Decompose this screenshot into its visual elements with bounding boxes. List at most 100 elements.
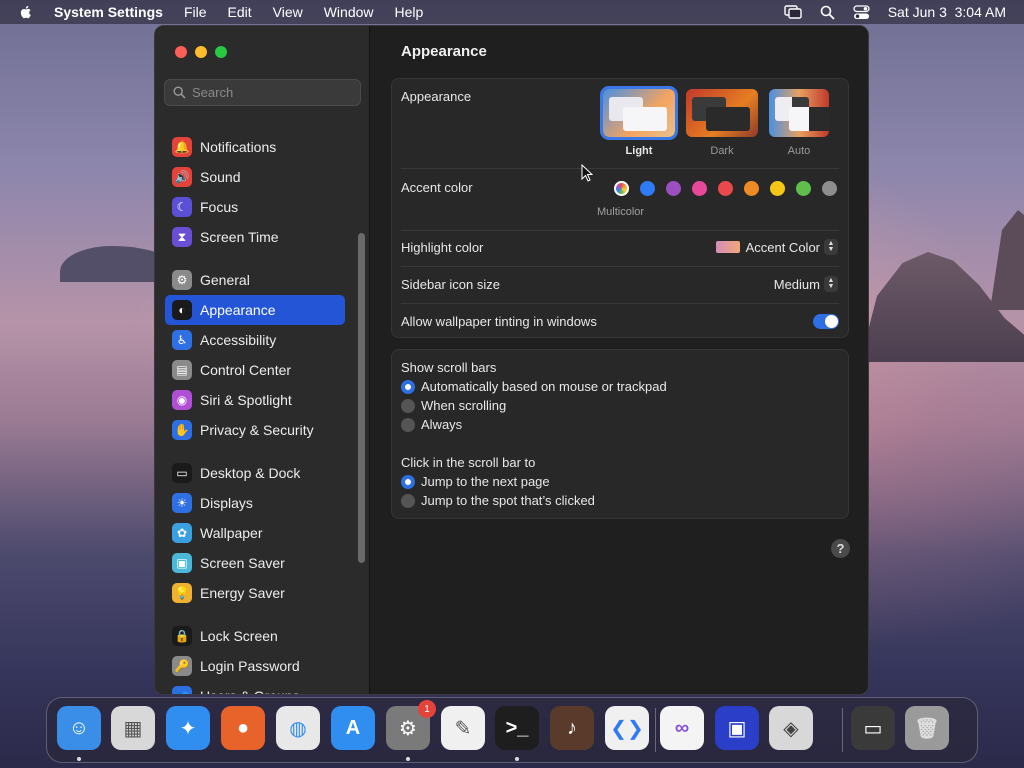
radio-jump-to-spot[interactable]: Jump to the spot that’s clicked — [401, 493, 595, 508]
speaker-icon: 🔊 — [172, 167, 192, 187]
appearance-panel: Appearance Light Dark Auto Accent color … — [391, 78, 849, 338]
radio-button[interactable] — [401, 398, 415, 413]
chrome-icon[interactable]: ◍ — [276, 706, 320, 750]
flower-icon: ✿ — [172, 523, 192, 543]
radio-label: Always — [421, 417, 463, 432]
control-center-icon[interactable] — [853, 4, 870, 20]
screenshot-folder-icon[interactable]: ▭ — [851, 706, 895, 750]
minimize-button[interactable] — [195, 46, 207, 58]
textedit-icon[interactable]: ✎ — [441, 706, 485, 750]
accent-swatch-1[interactable] — [640, 181, 655, 196]
boot-camp-icon[interactable]: ◈ — [769, 706, 813, 750]
sidebar-item-sound[interactable]: 🔊 Sound — [165, 162, 345, 192]
finder-icon[interactable]: ☺ — [57, 706, 101, 750]
hourglass-icon: ⧗ — [172, 227, 192, 247]
sidebar-item-label: Notifications — [200, 139, 277, 155]
accent-selected-label: Multicolor — [597, 206, 645, 218]
system-settings-icon[interactable]: ⚙ 1 — [386, 700, 436, 750]
simulator-icon[interactable]: ▣ — [715, 706, 759, 750]
accent-swatch-8[interactable] — [822, 181, 837, 196]
theme-option-light[interactable]: Light — [600, 86, 678, 157]
sidebar-item-label: Lock Screen — [200, 628, 278, 644]
wallpaper-tinting-toggle[interactable] — [813, 314, 839, 329]
vscode-glyph: ❮❯ — [610, 717, 644, 740]
menu-clock[interactable]: Sat Jun 3 3:04 AM — [888, 4, 1006, 20]
menu-view[interactable]: View — [273, 4, 303, 20]
accent-swatch-3[interactable] — [692, 181, 707, 196]
radio-scroll-always[interactable]: Always — [401, 417, 462, 432]
sidebar-item-energy-saver[interactable]: 💡 Energy Saver — [165, 578, 345, 608]
sidebar-item-displays[interactable]: ☀ Displays — [165, 488, 345, 518]
dark-theme-thumbnail — [686, 89, 758, 137]
running-indicator — [77, 757, 81, 761]
accent-swatch-6[interactable] — [770, 181, 785, 196]
radio-button[interactable] — [401, 417, 415, 432]
radio-button[interactable] — [401, 379, 415, 394]
radio-button[interactable] — [401, 474, 415, 489]
trash-icon[interactable]: 🗑 — [905, 706, 949, 750]
theme-option-auto[interactable]: Auto — [769, 89, 829, 157]
visual-studio-icon[interactable]: ∞ — [660, 706, 704, 750]
sidebar-search-field[interactable]: Search — [164, 79, 361, 106]
safari-icon[interactable]: ✦ — [166, 706, 210, 750]
close-button[interactable] — [175, 46, 187, 58]
radio-scroll-when-scrolling[interactable]: When scrolling — [401, 398, 506, 413]
help-button[interactable]: ? — [831, 539, 850, 558]
menu-edit[interactable]: Edit — [228, 4, 252, 20]
sidebar-item-general[interactable]: ⚙ General — [165, 265, 345, 295]
radio-button[interactable] — [401, 493, 415, 508]
highlight-color-popup[interactable]: Accent Color ▲ ▼ — [715, 239, 838, 255]
sidebar-scrollbar[interactable] — [358, 233, 365, 563]
sidebar-item-desktop-dock[interactable]: ▭ Desktop & Dock — [165, 458, 345, 488]
sidebar-item-appearance[interactable]: ◐ Appearance — [165, 295, 345, 325]
menu-app-name[interactable]: System Settings — [54, 4, 163, 20]
sidebar-item-screen-saver[interactable]: ▣ Screen Saver — [165, 548, 345, 578]
window-controls — [175, 46, 227, 58]
menu-help[interactable]: Help — [395, 4, 424, 20]
vscode-icon[interactable]: ❮❯ — [605, 706, 649, 750]
sidebar-icon-size-popup[interactable]: Medium ▲ ▼ — [774, 276, 838, 292]
sidebar-item-users-groups[interactable]: 👥 Users & Groups — [165, 681, 345, 694]
radio-scroll-automatic[interactable]: Automatically based on mouse or trackpad — [401, 379, 667, 394]
sidebar-item-label: Wallpaper — [200, 525, 263, 541]
garageband-icon[interactable]: ♪ — [550, 706, 594, 750]
radio-jump-next-page[interactable]: Jump to the next page — [401, 474, 550, 489]
chevron-updown-icon: ▲ ▼ — [824, 239, 838, 255]
sidebar-item-notifications[interactable]: 🔔 Notifications — [165, 132, 345, 162]
search-icon — [173, 86, 186, 99]
menu-file[interactable]: File — [184, 4, 207, 20]
sidebar-item-wallpaper[interactable]: ✿ Wallpaper — [165, 518, 345, 548]
dock-separator — [842, 708, 843, 752]
theme-option-dark[interactable]: Dark — [686, 89, 758, 157]
accent-swatch-multicolor[interactable] — [614, 181, 629, 196]
sidebar-item-control-center[interactable]: ▤ Control Center — [165, 355, 345, 385]
sidebar-icon-size-value: Medium — [773, 276, 820, 292]
sidebar-item-focus[interactable]: ☾ Focus — [165, 192, 345, 222]
screen-mirroring-icon[interactable] — [784, 5, 802, 19]
sidebar-scrollbar-thumb[interactable] — [358, 233, 365, 563]
app-store-icon[interactable]: A — [331, 706, 375, 750]
launchpad-icon[interactable]: ▦ — [111, 706, 155, 750]
divider — [401, 266, 839, 267]
sidebar-item-screen-time[interactable]: ⧗ Screen Time — [165, 222, 345, 252]
divider — [401, 230, 839, 231]
sidebar-item-siri-spotlight[interactable]: ◉ Siri & Spotlight — [165, 385, 345, 415]
sidebar-item-lock-screen[interactable]: 🔒 Lock Screen — [165, 621, 345, 651]
menu-window[interactable]: Window — [324, 4, 374, 20]
theme-label-dark: Dark — [710, 145, 734, 157]
radio-label: Jump to the spot that’s clicked — [421, 493, 595, 508]
accent-swatch-2[interactable] — [666, 181, 681, 196]
accent-swatch-5[interactable] — [744, 181, 759, 196]
sidebar-item-accessibility[interactable]: ♿ Accessibility — [165, 325, 345, 355]
accent-swatch-7[interactable] — [796, 181, 811, 196]
terminal-icon[interactable]: >_ — [495, 706, 539, 750]
apple-icon[interactable] — [18, 4, 34, 20]
accent-swatch-4[interactable] — [718, 181, 733, 196]
sidebar-item-privacy-security[interactable]: ✋ Privacy & Security — [165, 415, 345, 445]
firefox-icon[interactable]: ● — [221, 706, 265, 750]
sidebar-item-label: Screen Time — [200, 229, 279, 245]
moon-icon: ☾ — [172, 197, 192, 217]
spotlight-search-icon[interactable] — [820, 5, 835, 20]
sidebar-item-login-password[interactable]: 🔑 Login Password — [165, 651, 345, 681]
zoom-button[interactable] — [215, 46, 227, 58]
